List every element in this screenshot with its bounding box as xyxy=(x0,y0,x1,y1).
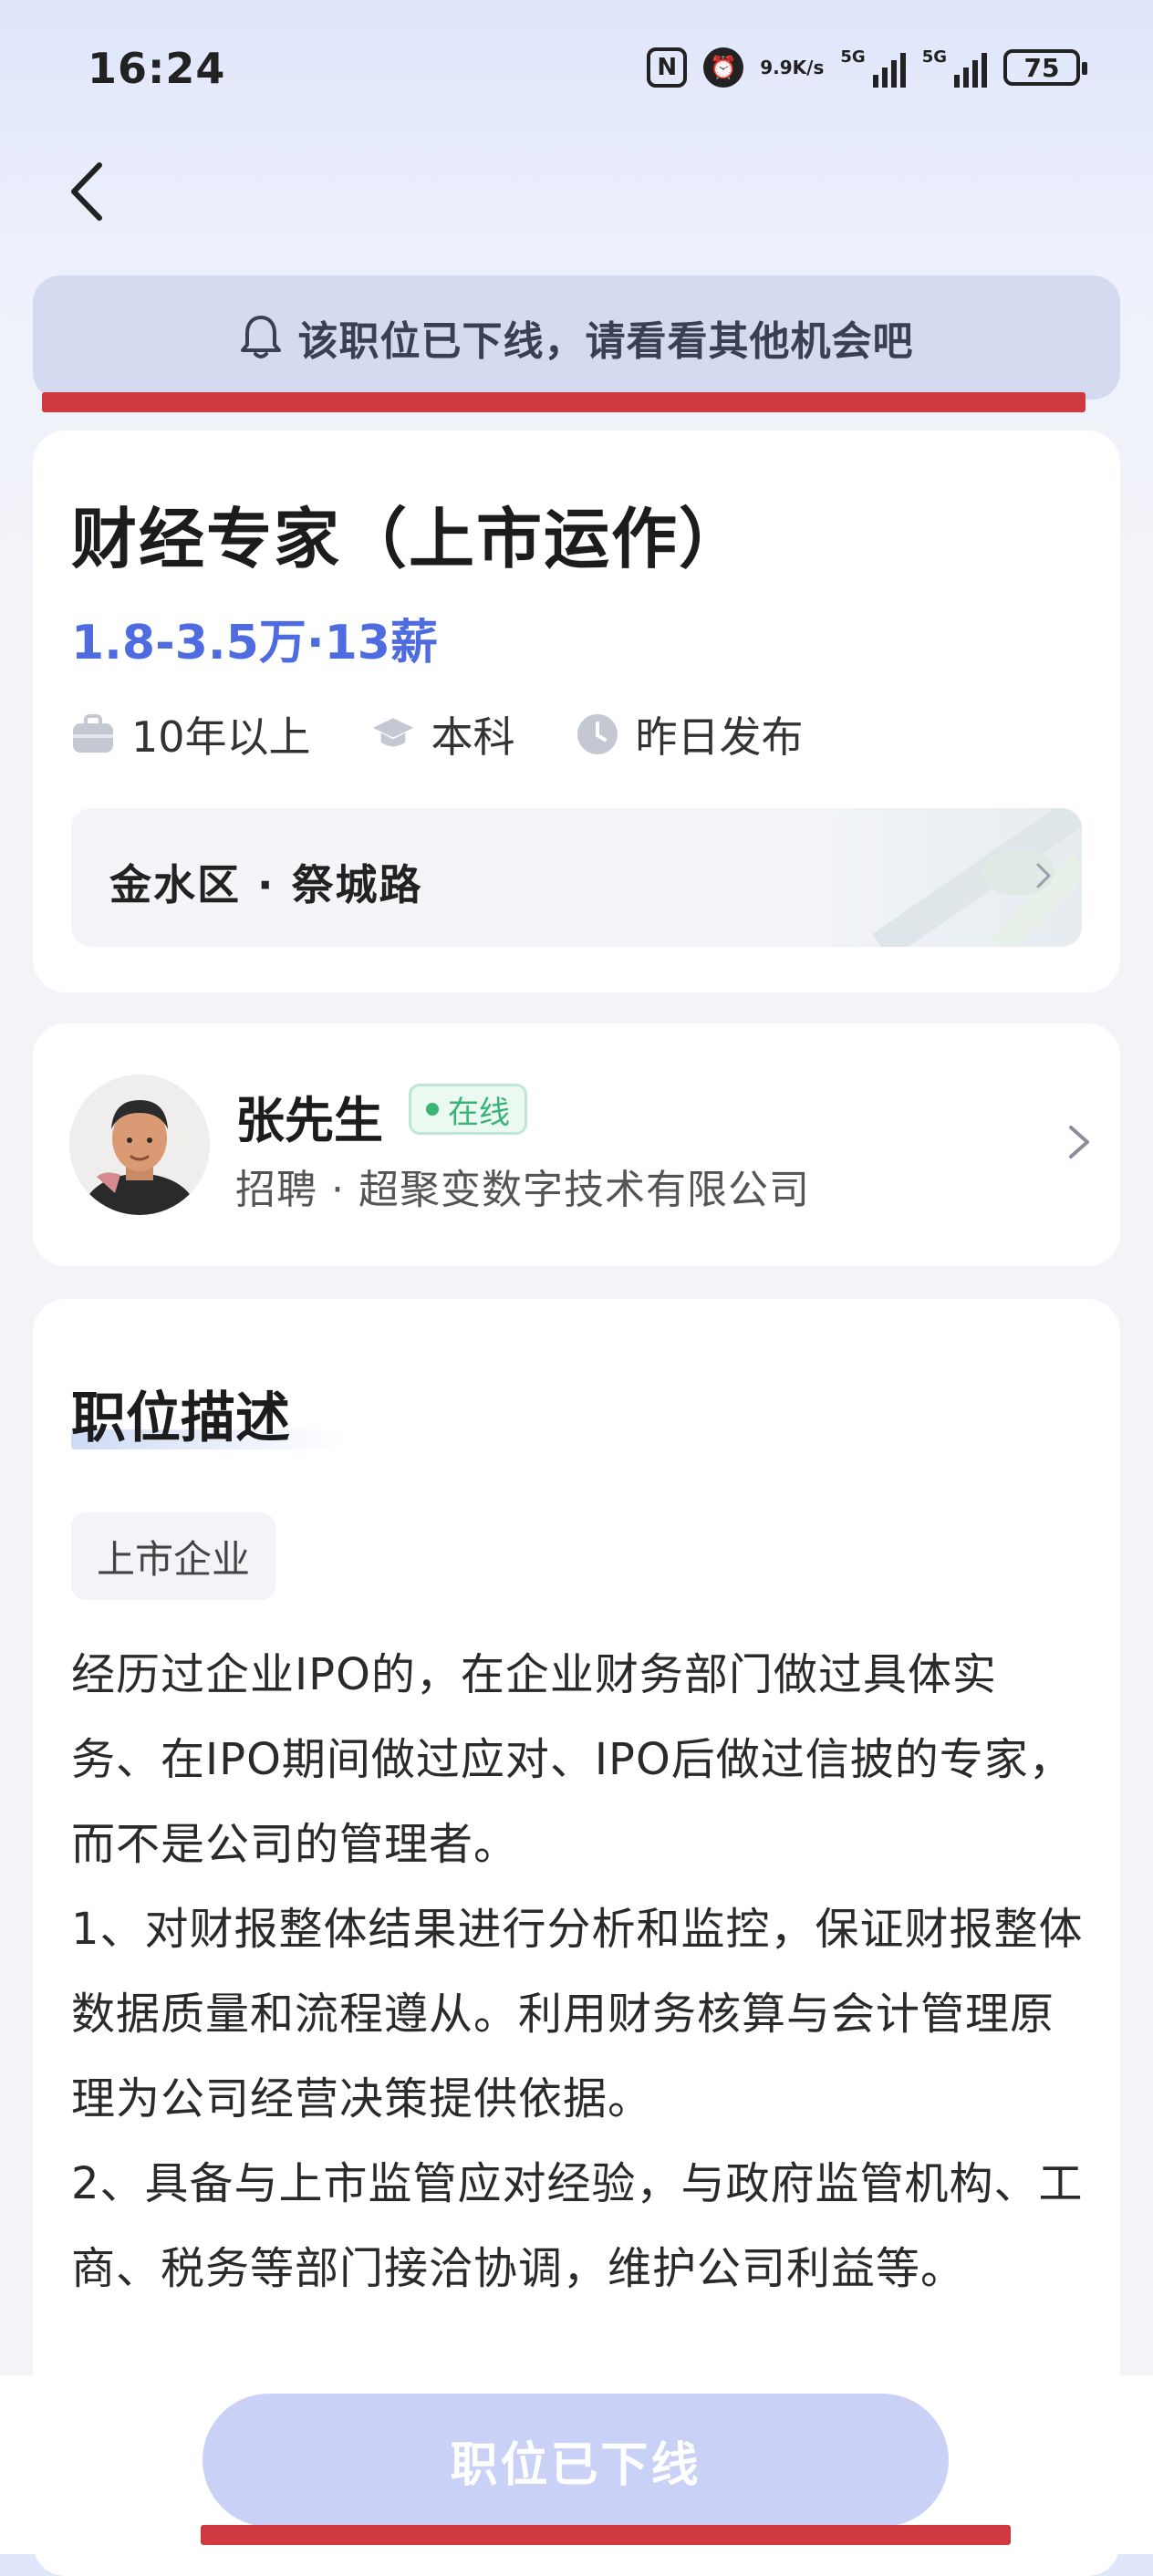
job-tag: 上市企业 xyxy=(71,1512,276,1600)
education-requirement: 本科 xyxy=(371,704,515,764)
posted-text: 昨日发布 xyxy=(635,712,804,762)
bell-icon xyxy=(240,316,281,358)
status-bar: 16:24 N ⏰ 9.9 K/s 5G 5G 75 xyxy=(0,0,1153,137)
status-time: 16:24 xyxy=(88,44,226,93)
offline-banner: 该职位已下线，请看看其他机会吧 xyxy=(33,275,1120,400)
job-info-card: 财经专家（上市运作） 1.8-3.5万·13薪 10年以上 本科 昨日发布 金水… xyxy=(33,431,1120,992)
annotation-underline-button xyxy=(201,2525,1011,2545)
online-status-badge: 在线 xyxy=(409,1084,527,1135)
network-speed: 9.9 K/s xyxy=(760,58,824,77)
chevron-right-icon xyxy=(1036,863,1051,888)
recruiter-avatar xyxy=(69,1075,210,1215)
recruiter-company: 招聘 · 超聚变数字技术有限公司 xyxy=(235,1167,810,1213)
description-title: 职位描述 xyxy=(71,1387,290,1450)
graduation-cap-icon xyxy=(371,712,415,756)
status-icons: N ⏰ 9.9 K/s 5G 5G 75 xyxy=(647,47,1087,88)
online-status-text: 在线 xyxy=(448,1094,510,1131)
signal-icon-sim1: 5G xyxy=(840,47,906,88)
clock-icon xyxy=(576,712,619,756)
back-button[interactable] xyxy=(55,160,119,223)
recruiter-name: 张先生 xyxy=(235,1092,383,1149)
job-title: 财经专家（上市运作） xyxy=(71,501,747,577)
signal-label-sim2: 5G xyxy=(921,47,947,67)
description-body: 经历过企业IPO的，在企业财务部门做过具体实务、在IPO期间做过应对、IPO后做… xyxy=(71,1649,1084,2294)
battery-icon: 75 xyxy=(1003,49,1087,86)
signal-icon-sim2: 5G xyxy=(922,47,987,88)
alarm-icon: ⏰ xyxy=(703,47,744,88)
briefcase-icon xyxy=(71,712,115,756)
chevron-right-icon xyxy=(1069,1126,1089,1158)
posted-time: 昨日发布 xyxy=(576,704,804,764)
signal-label-sim1: 5G xyxy=(840,47,866,67)
network-speed-value: 9.9 xyxy=(760,57,793,78)
online-dot-icon xyxy=(426,1103,439,1116)
back-arrow-icon xyxy=(71,162,102,221)
location-row[interactable]: 金水区 · 祭城路 xyxy=(71,808,1082,947)
experience-requirement: 10年以上 xyxy=(71,704,311,764)
network-speed-unit: K/s xyxy=(792,57,825,78)
job-meta-row: 10年以上 本科 昨日发布 xyxy=(71,704,804,764)
experience-text: 10年以上 xyxy=(131,712,311,762)
description-heading: 职位描述 xyxy=(71,1374,345,1453)
location-text: 金水区 · 祭城路 xyxy=(109,860,423,909)
nfc-icon: N xyxy=(647,47,688,88)
education-text: 本科 xyxy=(431,712,515,762)
battery-level: 75 xyxy=(1023,52,1060,83)
offline-banner-text: 该职位已下线，请看看其他机会吧 xyxy=(297,318,914,365)
annotation-underline-banner xyxy=(42,392,1085,412)
job-offline-button[interactable]: 职位已下线 xyxy=(203,2394,949,2527)
bottom-action-bar: 职位已下线 xyxy=(0,2375,1153,2554)
recruiter-card[interactable]: 张先生 在线 招聘 · 超聚变数字技术有限公司 xyxy=(33,1023,1120,1266)
job-salary: 1.8-3.5万·13薪 xyxy=(71,616,438,670)
